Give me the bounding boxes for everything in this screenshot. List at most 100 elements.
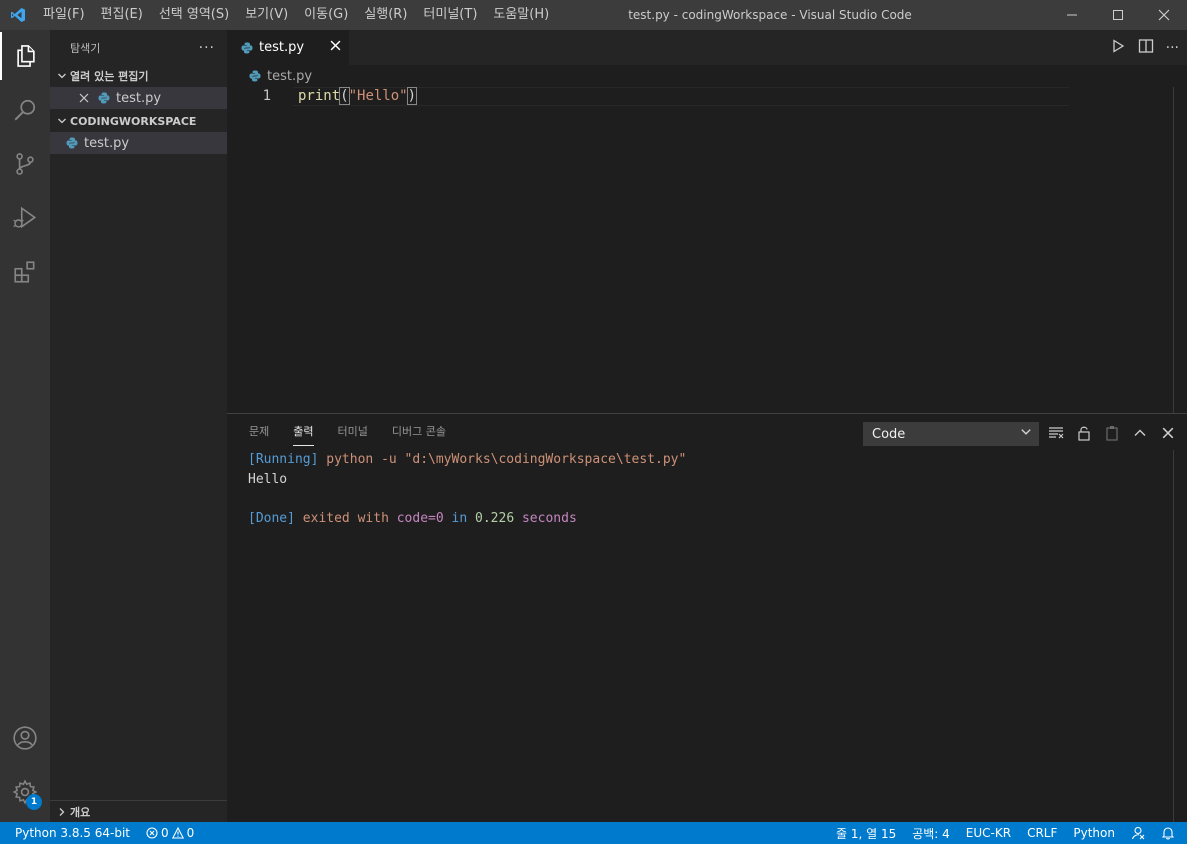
bell-icon <box>1161 827 1175 840</box>
minimize-button[interactable] <box>1049 0 1095 30</box>
workspace-section[interactable]: CODINGWORKSPACE <box>50 110 227 132</box>
menu-go[interactable]: 이동(G) <box>296 0 356 30</box>
status-right: 줄 1, 열 15 공백: 4 EUC-KR CRLF Python <box>828 822 1187 844</box>
status-bar: Python 3.8.5 64-bit 0 0 줄 1, 열 15 공백: 4 … <box>0 822 1187 844</box>
breadcrumb-file[interactable]: test.py <box>267 69 312 84</box>
output-content[interactable]: [Running] python -u "d:\myWorks\codingWo… <box>227 450 1187 528</box>
outline-label: 개요 <box>70 805 91 819</box>
chevron-up-icon <box>1134 429 1146 436</box>
language-mode[interactable]: Python <box>1065 822 1123 844</box>
menu-help[interactable]: 도움말(H) <box>485 0 557 30</box>
python-interpreter[interactable]: Python 3.8.5 64-bit <box>0 822 138 844</box>
in-text: in <box>443 510 476 526</box>
editor-scrollbar[interactable] <box>1173 87 1187 413</box>
python-file-icon <box>96 92 112 104</box>
open-log-button[interactable] <box>1101 422 1123 444</box>
chevron-down-icon <box>1020 426 1032 442</box>
title-bar: 파일(F) 편집(E) 선택 영역(S) 보기(V) 이동(G) 실행(R) 터… <box>0 0 1187 30</box>
close-panel-button[interactable] <box>1157 422 1179 444</box>
search-button[interactable] <box>0 86 50 134</box>
open-log-icon <box>1106 426 1118 441</box>
tab-output[interactable]: 출력 <box>281 414 325 450</box>
indentation[interactable]: 공백: 4 <box>904 822 958 844</box>
sidebar-header: 탐색기 ··· <box>50 30 227 65</box>
close-editor-icon[interactable] <box>76 93 92 103</box>
lock-scroll-button[interactable] <box>1073 422 1095 444</box>
file-tree-filename: test.py <box>84 135 130 151</box>
editor-tabs: test.py ··· <box>227 30 1187 65</box>
extensions-icon <box>14 261 35 283</box>
cursor-position[interactable]: 줄 1, 열 15 <box>828 822 904 844</box>
unlock-icon <box>1078 426 1090 441</box>
open-editors-label: 열려 있는 편집기 <box>70 70 149 83</box>
python-file-icon <box>239 42 255 54</box>
maximize-button[interactable] <box>1095 0 1141 30</box>
error-count: 0 <box>161 826 169 840</box>
menu-terminal[interactable]: 터미널(T) <box>415 0 485 30</box>
python-file-icon <box>247 70 263 82</box>
menu-view[interactable]: 보기(V) <box>237 0 296 30</box>
menu-file[interactable]: 파일(F) <box>35 0 93 30</box>
python-file-icon <box>64 137 80 149</box>
more-actions-icon[interactable]: ··· <box>1166 40 1179 56</box>
activity-bar: 1 <box>0 30 50 822</box>
close-tab-icon[interactable] <box>330 40 341 55</box>
accounts-button[interactable] <box>0 714 50 762</box>
open-editor-item[interactable]: test.py <box>50 87 227 109</box>
problems-indicator[interactable]: 0 0 <box>138 822 202 844</box>
end-of-line[interactable]: CRLF <box>1019 822 1065 844</box>
close-icon <box>1162 427 1174 439</box>
explorer-icon <box>17 45 35 67</box>
run-debug-button[interactable] <box>0 194 50 242</box>
chevron-down-icon <box>54 71 70 81</box>
maximize-panel-button[interactable] <box>1129 422 1151 444</box>
open-paren-token: ( <box>339 87 350 105</box>
tab-debug-console[interactable]: 디버그 콘솔 <box>380 414 458 450</box>
workspace-label: CODINGWORKSPACE <box>70 114 197 128</box>
output-line: Hello <box>248 471 288 487</box>
tab-test-py[interactable]: test.py <box>227 30 349 65</box>
accounts-icon <box>13 726 37 750</box>
run-code-icon[interactable] <box>1110 38 1126 58</box>
elapsed-seconds: 0.226 <box>475 510 515 526</box>
breadcrumb: test.py <box>227 65 1187 87</box>
extensions-button[interactable] <box>0 248 50 296</box>
menu-run[interactable]: 실행(R) <box>356 0 415 30</box>
clear-output-button[interactable] <box>1045 422 1067 444</box>
source-control-button[interactable] <box>0 140 50 188</box>
seconds-text: seconds <box>514 510 577 526</box>
explorer-sidebar: 탐색기 ··· 열려 있는 편집기 test.py CODINGWORKSPAC… <box>50 30 227 822</box>
done-tag: [Done] <box>248 510 295 526</box>
split-editor-icon[interactable] <box>1138 38 1154 58</box>
sidebar-title: 탐색기 <box>70 41 101 55</box>
output-line: [Done] exited with code=0 in 0.226 secon… <box>248 509 1187 529</box>
more-actions-icon[interactable]: ··· <box>199 40 215 56</box>
search-icon <box>14 99 36 121</box>
code-text[interactable]: print("Hello") <box>298 87 418 106</box>
tab-problems[interactable]: 문제 <box>237 414 281 450</box>
feedback-button[interactable] <box>1123 822 1153 844</box>
function-token: print <box>298 88 341 104</box>
menu-edit[interactable]: 편집(E) <box>93 0 151 30</box>
warning-count: 0 <box>186 826 195 840</box>
tab-terminal[interactable]: 터미널 <box>326 414 380 450</box>
notifications-button[interactable] <box>1153 822 1187 844</box>
bottom-panel: 문제 출력 터미널 디버그 콘솔 Code [Running] python -… <box>227 413 1187 822</box>
explorer-button[interactable] <box>0 32 50 80</box>
menu-selection[interactable]: 선택 영역(S) <box>151 0 237 30</box>
editor-area: test.py ··· test.py 1 print("Hello") <box>227 30 1187 413</box>
open-editors-section[interactable]: 열려 있는 편집기 <box>50 65 227 87</box>
maximize-icon <box>1113 10 1123 20</box>
clear-output-icon <box>1049 427 1064 439</box>
file-encoding[interactable]: EUC-KR <box>958 822 1019 844</box>
panel-actions <box>1045 422 1179 444</box>
panel-scrollbar[interactable] <box>1173 450 1187 822</box>
close-window-button[interactable] <box>1141 0 1187 30</box>
manage-button[interactable]: 1 <box>0 768 50 816</box>
minimize-icon <box>1067 14 1077 16</box>
code-line[interactable]: 1 print("Hello") <box>227 87 1187 106</box>
output-channel-select[interactable]: Code <box>863 422 1039 446</box>
file-tree-item[interactable]: test.py <box>50 132 227 154</box>
outline-section[interactable]: 개요 <box>50 800 227 822</box>
running-command: python -u "d:\myWorks\codingWorkspace\te… <box>318 452 687 467</box>
